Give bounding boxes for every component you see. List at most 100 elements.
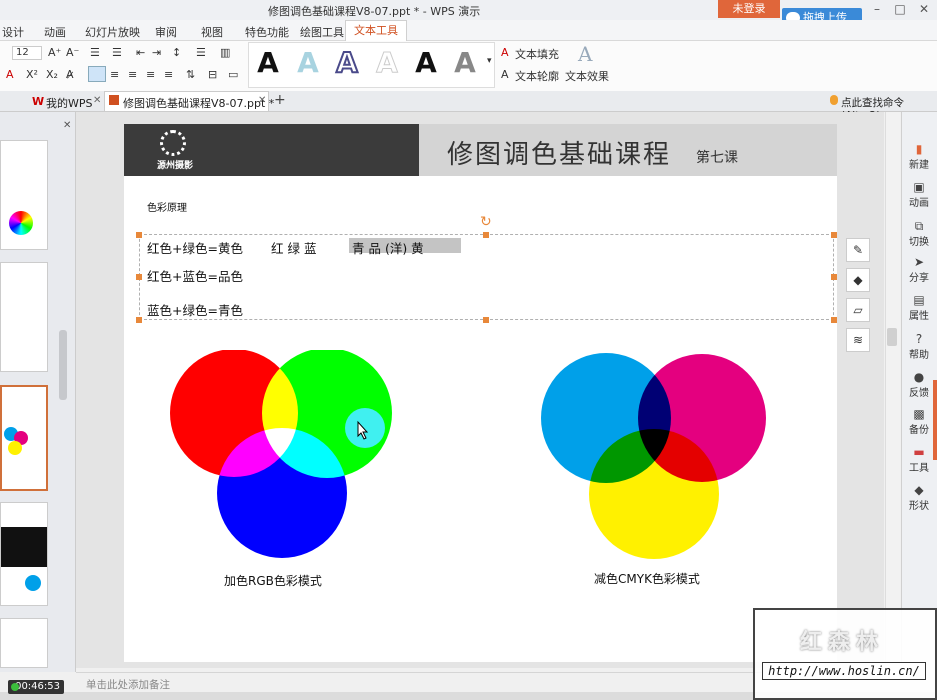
align-center-icon[interactable]: ≡ bbox=[110, 68, 119, 81]
text-style-light-blue[interactable]: A bbox=[290, 44, 326, 82]
sidebar-share[interactable]: ➤ 分享 bbox=[901, 255, 937, 284]
maximize-icon[interactable]: □ bbox=[893, 2, 907, 16]
resize-handle[interactable] bbox=[136, 317, 142, 323]
text-style-gray[interactable]: A bbox=[447, 44, 483, 82]
tab-my-wps[interactable]: 我的WPS bbox=[46, 95, 93, 111]
sidebar-animation[interactable]: ▣ 动画 bbox=[901, 180, 937, 209]
thumbnail-scrollbar[interactable] bbox=[59, 330, 67, 400]
text-fill-button[interactable]: 文本填充 bbox=[515, 46, 559, 62]
tab-features[interactable]: 特色功能 bbox=[245, 24, 289, 40]
canvas-scrollbar[interactable] bbox=[885, 112, 900, 668]
tab-view[interactable]: 视图 bbox=[201, 24, 223, 40]
selected-text-box[interactable] bbox=[139, 234, 834, 320]
slide-thumbnail[interactable] bbox=[0, 140, 48, 250]
subscript-icon[interactable]: X₂ bbox=[46, 68, 58, 81]
sidebar-backup[interactable]: ▩ 备份 bbox=[901, 407, 937, 436]
font-color-icon[interactable]: A bbox=[6, 68, 14, 81]
text-style-black[interactable]: A bbox=[250, 44, 286, 82]
gallery-more-icon[interactable]: ▾ bbox=[487, 56, 492, 66]
text-style-white[interactable]: A bbox=[369, 44, 405, 82]
backup-icon: ▩ bbox=[913, 407, 925, 421]
logo-icon bbox=[160, 130, 186, 156]
slide-thumbnail-selected[interactable] bbox=[0, 385, 48, 491]
text-effect-icon[interactable]: A bbox=[578, 42, 592, 66]
slide-thumbnail[interactable] bbox=[0, 618, 48, 668]
logo-text: 源州摄影 bbox=[157, 161, 194, 171]
close-panel-icon[interactable]: ✕ bbox=[63, 120, 71, 131]
bullet-list-icon[interactable]: ☰ bbox=[90, 46, 100, 59]
layers-icon[interactable]: ≋ bbox=[846, 328, 870, 352]
close-icon[interactable]: ✕ bbox=[917, 2, 931, 16]
fill-icon[interactable]: ◆ bbox=[846, 268, 870, 292]
shapes-icon: ◆ bbox=[914, 483, 924, 497]
clear-format-icon[interactable]: A̷ bbox=[66, 68, 74, 81]
sidebar-feedback[interactable]: ● 反馈 bbox=[901, 370, 937, 399]
sidebar-tools[interactable]: ▬ 工具 bbox=[901, 445, 937, 474]
minimize-icon[interactable]: – bbox=[870, 2, 884, 16]
slide-thumbnail[interactable] bbox=[0, 262, 48, 372]
tab-slideshow[interactable]: 幻灯片放映 bbox=[85, 24, 140, 40]
resize-handle[interactable] bbox=[136, 274, 142, 280]
numbered-list-icon[interactable]: ☰ bbox=[112, 46, 122, 59]
sidebar-help[interactable]: ? 帮助 bbox=[901, 332, 937, 361]
line-spacing-icon[interactable]: ↕ bbox=[172, 46, 181, 59]
tab-animation[interactable]: 动画 bbox=[44, 24, 66, 40]
sidebar-properties-label: 属性 bbox=[909, 311, 929, 322]
align-left-button[interactable] bbox=[88, 66, 106, 82]
sidebar-transition[interactable]: ⧉ 切换 bbox=[901, 219, 937, 248]
tab-design[interactable]: 设计 bbox=[2, 24, 24, 40]
resize-handle[interactable] bbox=[831, 232, 837, 238]
text-direction-icon[interactable]: ⇅ bbox=[186, 68, 195, 81]
align-right-icon[interactable]: ≡ bbox=[128, 68, 137, 81]
resize-handle[interactable] bbox=[483, 317, 489, 323]
thumb-yellow-circle bbox=[8, 441, 22, 455]
text-fill-icon[interactable]: A bbox=[501, 46, 509, 59]
properties-icon: ▤ bbox=[913, 293, 925, 307]
tab-drawing-tools[interactable]: 绘图工具 bbox=[300, 24, 344, 40]
rgb-caption: 加色RGB色彩模式 bbox=[224, 574, 322, 588]
new-tab-icon[interactable]: + bbox=[274, 92, 286, 108]
superscript-icon[interactable]: X² bbox=[26, 68, 38, 81]
tab-text-tools-label: 文本工具 bbox=[354, 24, 398, 37]
outline-icon[interactable]: ▱ bbox=[846, 298, 870, 322]
text-style-outline-blue[interactable]: A bbox=[329, 44, 365, 82]
resize-handle[interactable] bbox=[136, 232, 142, 238]
paragraph-icon[interactable]: ☰ bbox=[196, 46, 206, 59]
login-button[interactable]: 未登录 bbox=[718, 0, 780, 18]
rgb-chars: 红 绿 蓝 bbox=[271, 241, 317, 256]
outdent-icon[interactable]: ⇥ bbox=[152, 46, 161, 59]
text-outline-icon[interactable]: A bbox=[501, 68, 509, 81]
edit-shape-icon[interactable]: ✎ bbox=[846, 238, 870, 262]
columns-icon[interactable]: ▥ bbox=[220, 46, 230, 59]
vertical-align-icon[interactable]: ⊟ bbox=[208, 68, 217, 81]
new-icon: ▮ bbox=[915, 142, 923, 156]
text-outline-button[interactable]: 文本轮廓 bbox=[515, 68, 559, 84]
justify-icon[interactable]: ≡ bbox=[146, 68, 155, 81]
resize-handle[interactable] bbox=[483, 232, 489, 238]
sidebar-shapes[interactable]: ◆ 形状 bbox=[901, 483, 937, 512]
rgb-formula-2: 红色+蓝色=品色 bbox=[147, 269, 243, 284]
font-size-select[interactable]: 12 bbox=[12, 46, 42, 60]
watermark-title: 红森林 bbox=[800, 630, 885, 655]
sidebar-help-label: 帮助 bbox=[909, 350, 929, 361]
resize-handle[interactable] bbox=[831, 317, 837, 323]
tab-review[interactable]: 审阅 bbox=[155, 24, 177, 40]
tab-text-tools[interactable]: 文本工具 bbox=[345, 20, 407, 41]
distribute-icon[interactable]: ≡ bbox=[164, 68, 173, 81]
rotate-handle-icon[interactable]: ↻ bbox=[480, 214, 492, 230]
help-icon: ? bbox=[915, 332, 923, 346]
sidebar-properties[interactable]: ▤ 属性 bbox=[901, 293, 937, 322]
shrink-font-icon[interactable]: A⁻ bbox=[66, 46, 79, 59]
close-doc-icon[interactable]: ✕ bbox=[258, 95, 266, 106]
resize-handle[interactable] bbox=[831, 274, 837, 280]
text-effect-button[interactable]: 文本效果 bbox=[565, 68, 609, 84]
text-style-black-bold[interactable]: A bbox=[408, 44, 444, 82]
text-box-icon[interactable]: ▭ bbox=[228, 68, 238, 81]
scroll-thumb[interactable] bbox=[887, 328, 897, 346]
sidebar-new[interactable]: ▮ 新建 bbox=[901, 142, 937, 171]
indent-icon[interactable]: ⇤ bbox=[136, 46, 145, 59]
cmy-chars: 青 品 (洋) 黄 bbox=[352, 241, 424, 256]
close-tab-icon[interactable]: ✕ bbox=[93, 95, 101, 106]
slide-thumbnail[interactable] bbox=[0, 502, 48, 606]
grow-font-icon[interactable]: A⁺ bbox=[48, 46, 61, 59]
